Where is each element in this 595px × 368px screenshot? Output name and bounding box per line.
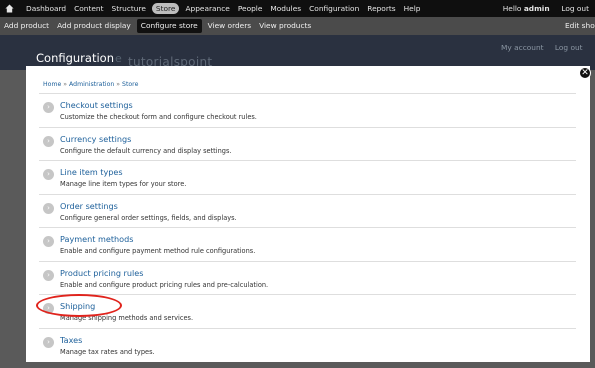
- menu-dashboard[interactable]: Dashboard: [22, 0, 70, 17]
- menu-content[interactable]: Content: [70, 0, 107, 17]
- item-link[interactable]: Taxes: [60, 335, 82, 345]
- chevron-right-icon: ›: [43, 202, 54, 214]
- chevron-right-icon: ›: [43, 336, 54, 348]
- list-item: › Product pricing rules Enable and confi…: [39, 260, 576, 295]
- item-link[interactable]: Payment methods: [60, 234, 133, 244]
- list-item: › Checkout settings Customize the checko…: [39, 93, 576, 127]
- greeting: Hello: [502, 4, 522, 13]
- item-description: Manage tax rates and types.: [60, 347, 155, 356]
- item-description: Enable and configure payment method rule…: [60, 247, 256, 255]
- item-description: Customize the checkout form and configur…: [60, 113, 257, 121]
- page-title: Configuration: [36, 51, 114, 65]
- menu-reports[interactable]: Reports: [363, 0, 399, 17]
- menu-people[interactable]: People: [234, 0, 267, 17]
- item-link[interactable]: Order settings: [60, 201, 118, 211]
- header-logout-link[interactable]: Log out: [555, 43, 583, 52]
- shortcuts-bar: Add product Add product display Configur…: [0, 17, 595, 35]
- breadcrumb-home[interactable]: Home: [43, 81, 61, 88]
- chevron-right-icon: ›: [43, 269, 54, 281]
- chevron-right-icon: ›: [43, 169, 54, 180]
- item-link[interactable]: Checkout settings: [60, 100, 133, 110]
- toolbar-menu: Dashboard Content Structure Store Appear…: [22, 0, 424, 17]
- item-description: Configure the default currency and displ…: [60, 146, 232, 155]
- breadcrumb-administration[interactable]: Administration: [69, 81, 114, 88]
- list-item: › Shipping Manage shipping methods and s…: [39, 294, 576, 328]
- breadcrumb-store[interactable]: Store: [122, 81, 138, 88]
- home-icon[interactable]: [5, 4, 14, 13]
- list-item: › Order settings Configure general order…: [39, 193, 576, 228]
- shortcut-add-product-display[interactable]: Add product display: [53, 19, 135, 33]
- shortcut-configure-store[interactable]: Configure store: [136, 19, 202, 33]
- header-links: My account Log out: [501, 43, 592, 52]
- item-link[interactable]: Product pricing rules: [60, 268, 143, 278]
- logout-link[interactable]: Log out: [561, 4, 589, 13]
- list-item: › Payment methods Enable and configure p…: [39, 227, 576, 261]
- shortcut-view-products[interactable]: View products: [255, 19, 315, 33]
- my-account-link[interactable]: My account: [501, 43, 544, 52]
- item-description: Configure general order settings, fields…: [60, 213, 237, 222]
- list-item: › Taxes Manage tax rates and types.: [39, 327, 576, 362]
- page-header: Configuration e tutorialspoint My accoun…: [0, 35, 595, 70]
- chevron-right-icon: ›: [43, 135, 54, 147]
- edit-shortcuts-link[interactable]: Edit shor: [565, 17, 595, 35]
- menu-appearance[interactable]: Appearance: [181, 0, 233, 17]
- chevron-right-icon: ›: [43, 102, 54, 113]
- breadcrumb: Home » Administration » Store: [43, 81, 139, 88]
- chevron-right-icon: ›: [43, 236, 54, 247]
- close-icon[interactable]: ✕: [579, 67, 591, 79]
- item-description: Enable and configure product pricing rul…: [60, 280, 269, 289]
- menu-store[interactable]: Store: [151, 3, 180, 14]
- item-link[interactable]: Currency settings: [60, 134, 131, 144]
- shortcut-view-orders[interactable]: View orders: [204, 19, 255, 33]
- shortcut-add-product[interactable]: Add product: [0, 19, 53, 33]
- highlight-circle: [36, 294, 122, 317]
- page-subtitle: e: [115, 52, 122, 65]
- menu-configuration[interactable]: Configuration: [305, 0, 363, 17]
- menu-modules[interactable]: Modules: [266, 0, 305, 17]
- menu-structure[interactable]: Structure: [108, 0, 150, 17]
- admin-toolbar: Dashboard Content Structure Store Appear…: [0, 0, 595, 17]
- list-item: › Currency settings Configure the defaul…: [39, 126, 576, 161]
- item-description: Manage line item types for your store.: [60, 180, 187, 188]
- menu-help[interactable]: Help: [400, 0, 425, 17]
- item-link[interactable]: Line item types: [60, 167, 123, 177]
- user-area: Hello admin Log out: [503, 0, 589, 17]
- username-link[interactable]: admin: [524, 4, 550, 13]
- list-item: › Line item types Manage line item types…: [39, 160, 576, 194]
